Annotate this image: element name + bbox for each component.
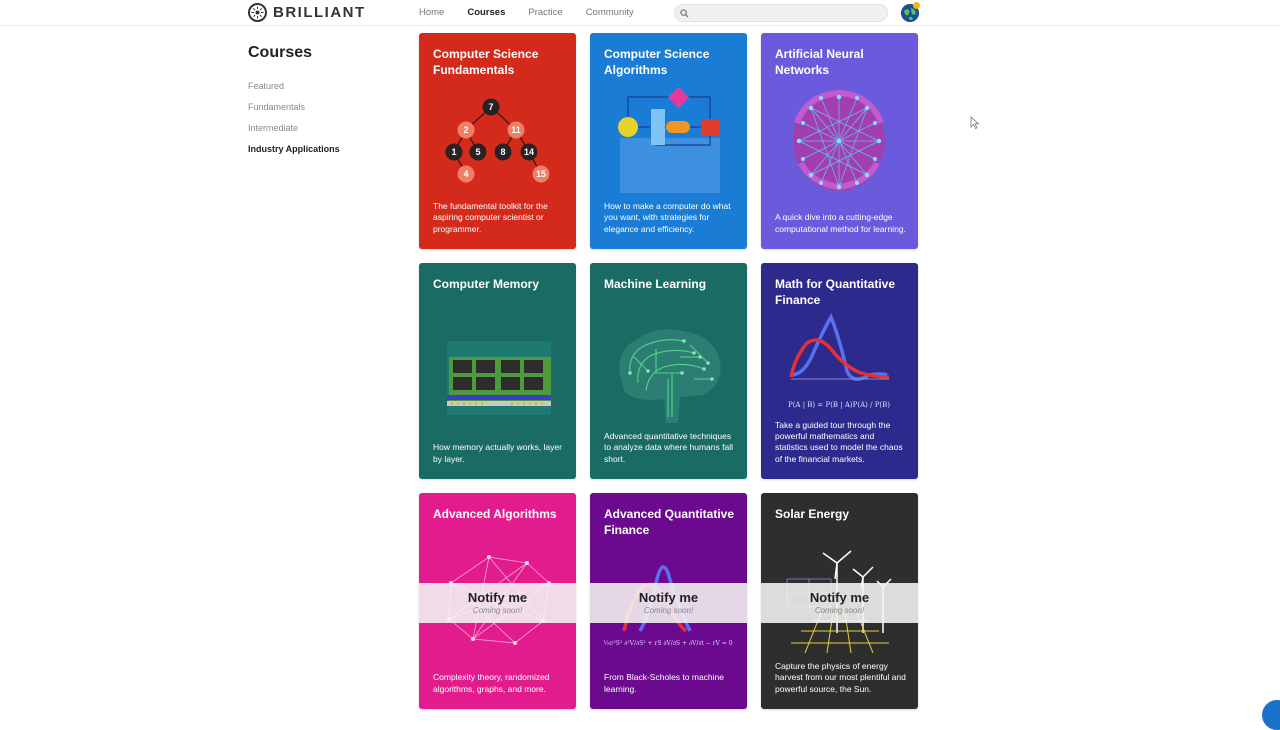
course-card-cs-fundamentals[interactable]: Computer Science Fundamentals 7 2 11 1 5… bbox=[419, 33, 576, 249]
course-card-advanced-algorithms[interactable]: Advanced Algorithms Notify me Coming soo… bbox=[419, 493, 576, 709]
search-box bbox=[674, 4, 888, 22]
sidebar-item-featured[interactable]: Featured bbox=[248, 76, 398, 97]
courses-sidebar: Courses Featured Fundamentals Intermedia… bbox=[248, 44, 398, 160]
page-title: Courses bbox=[248, 44, 313, 61]
tree-node: 11 bbox=[511, 125, 521, 135]
course-title: Solar Energy bbox=[775, 507, 850, 521]
brand-name: BRILLIANT bbox=[273, 4, 366, 21]
course-title: Computer Science Fundamentals bbox=[433, 47, 539, 77]
search-icon bbox=[680, 8, 689, 18]
tree-node: 5 bbox=[475, 147, 480, 157]
nav-practice[interactable]: Practice bbox=[528, 7, 562, 18]
tree-node: 8 bbox=[500, 147, 505, 157]
course-title: Computer Science Algorithms bbox=[604, 47, 710, 77]
course-title: Computer Memory bbox=[433, 277, 540, 291]
course-title: Advanced Algorithms bbox=[433, 507, 557, 521]
brand-logo[interactable]: BRILLIANT bbox=[248, 3, 366, 22]
course-card-solar-energy[interactable]: Solar Energy Notify me Coming soon! Capt… bbox=[761, 493, 918, 709]
coming-soon-label: Coming soon! bbox=[814, 606, 865, 615]
bayes-formula: P(A | B) = P(B | A)P(A) / P(B) bbox=[788, 401, 890, 409]
binary-tree-illustration: 7 2 11 1 5 8 14 4 15 bbox=[445, 98, 550, 183]
tree-node: 2 bbox=[463, 125, 468, 135]
notify-me-banner[interactable]: Notify me Coming soon! bbox=[590, 583, 747, 623]
notify-me-label: Notify me bbox=[809, 590, 870, 605]
course-card-computer-memory[interactable]: Computer Memory How memory actually work… bbox=[419, 263, 576, 479]
course-description: How memory actually works, layer by laye… bbox=[433, 442, 562, 464]
tree-node: 7 bbox=[488, 102, 493, 112]
course-title: Machine Learning bbox=[604, 277, 707, 291]
course-description: The fundamental toolkit for the aspiring… bbox=[433, 201, 548, 234]
tree-node: 4 bbox=[463, 169, 468, 179]
course-description: Take a guided tour through the powerful … bbox=[775, 419, 903, 464]
chat-widget-button[interactable] bbox=[1262, 700, 1280, 730]
top-navigation-bar: BRILLIANT Home Courses Practice Communit… bbox=[0, 0, 1280, 26]
distribution-curves-illustration: P(A | B) = P(B | A)P(A) / P(B) bbox=[788, 313, 890, 409]
course-description: Capture the physics of energy harvest fr… bbox=[775, 661, 906, 694]
mouse-cursor-icon bbox=[970, 116, 980, 130]
sidebar-item-fundamentals[interactable]: Fundamentals bbox=[248, 97, 398, 118]
notify-me-banner[interactable]: Notify me Coming soon! bbox=[419, 583, 576, 623]
course-card-neural-networks[interactable]: Artificial Neural Networks A quick dive … bbox=[761, 33, 918, 249]
circuit-brain-illustration bbox=[619, 329, 721, 423]
nav-courses[interactable]: Courses bbox=[467, 7, 505, 18]
memory-module-illustration bbox=[447, 341, 551, 415]
course-card-machine-learning[interactable]: Machine Learning Advanced quantitative t… bbox=[590, 263, 747, 479]
sidebar-item-industry-applications[interactable]: Industry Applications bbox=[248, 139, 398, 160]
course-title: Math for Quantitative Finance bbox=[775, 277, 896, 307]
course-description: A quick dive into a cutting-edge computa… bbox=[775, 212, 906, 234]
notify-me-label: Notify me bbox=[467, 590, 528, 605]
tree-node: 1 bbox=[451, 147, 456, 157]
course-title: Artificial Neural Networks bbox=[775, 47, 864, 77]
coming-soon-label: Coming soon! bbox=[472, 606, 523, 615]
brilliant-logo-icon bbox=[248, 3, 267, 22]
notify-me-banner[interactable]: Notify me Coming soon! bbox=[761, 583, 918, 623]
main-nav: Home Courses Practice Community bbox=[419, 7, 634, 18]
tree-node: 14 bbox=[524, 147, 534, 157]
flowchart-illustration bbox=[618, 86, 720, 193]
course-description: Complexity theory, randomized algorithms… bbox=[433, 672, 550, 694]
notify-me-label: Notify me bbox=[638, 590, 699, 605]
course-card-quant-finance[interactable]: Math for Quantitative Finance P(A | B) =… bbox=[761, 263, 918, 479]
neural-brain-illustration bbox=[793, 89, 885, 191]
course-card-advanced-quant-finance[interactable]: Advanced Quantitative Finance ½σ²S² ∂²V/… bbox=[590, 493, 747, 709]
coming-soon-label: Coming soon! bbox=[643, 606, 694, 615]
course-description: Advanced quantitative techniques to anal… bbox=[604, 431, 733, 464]
sidebar-item-intermediate[interactable]: Intermediate bbox=[248, 118, 398, 139]
course-description: How to make a computer do what you want,… bbox=[604, 201, 731, 234]
nav-community[interactable]: Community bbox=[586, 7, 634, 18]
tree-node: 15 bbox=[536, 169, 546, 179]
search-input[interactable] bbox=[693, 8, 873, 18]
nav-home[interactable]: Home bbox=[419, 7, 444, 18]
course-title: Advanced Quantitative Finance bbox=[604, 507, 735, 537]
course-card-cs-algorithms[interactable]: Computer Science Algorithms How to make … bbox=[590, 33, 747, 249]
course-description: From Black-Scholes to machine learning. bbox=[604, 672, 724, 694]
black-scholes-formula: ½σ²S² ∂²V/∂S² + rS ∂V/∂S + ∂V/∂t − rV = … bbox=[603, 640, 732, 647]
notification-dot bbox=[913, 2, 920, 9]
